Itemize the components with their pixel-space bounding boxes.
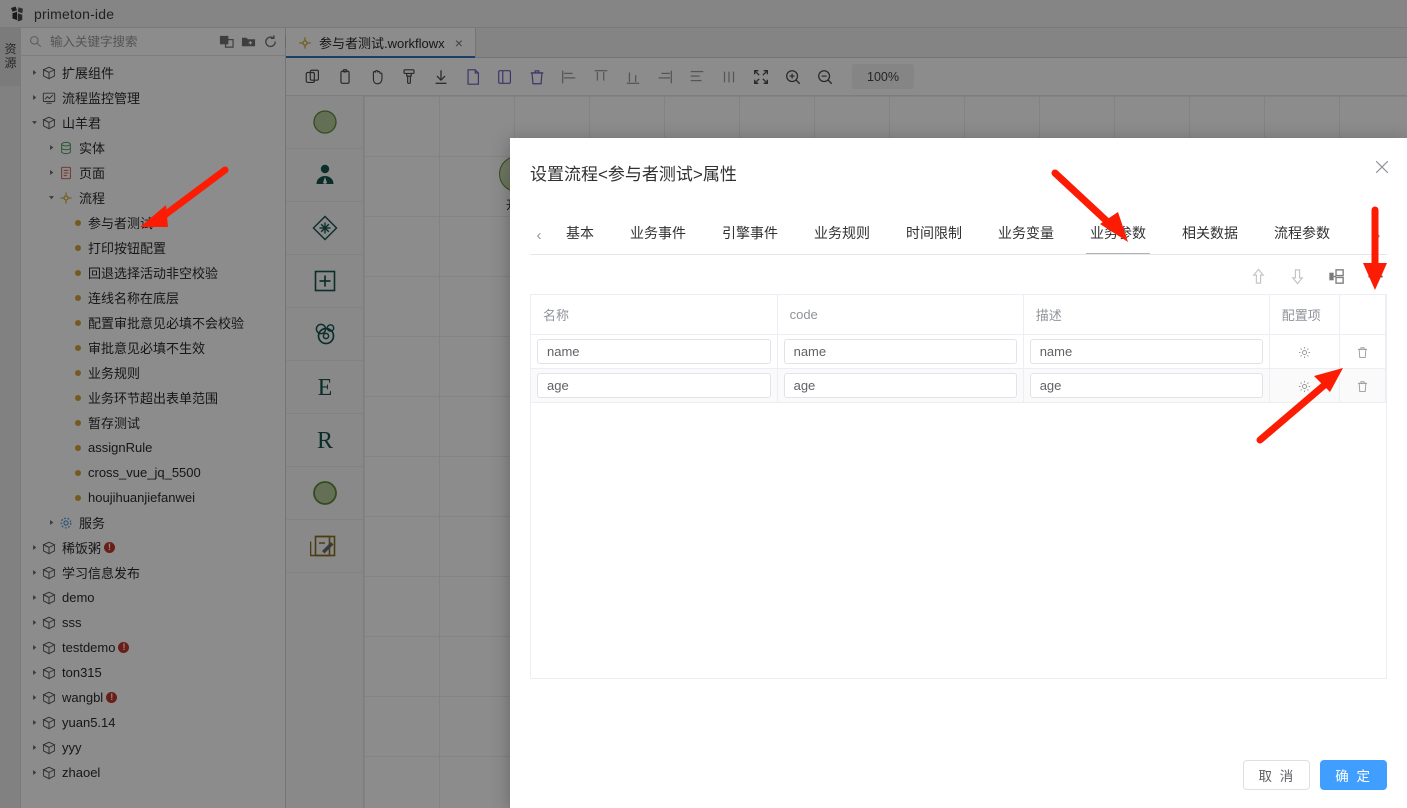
name-input[interactable] (537, 373, 771, 398)
import-icon[interactable] (1327, 267, 1346, 286)
gear-icon[interactable] (1297, 345, 1312, 360)
cell-delete[interactable] (1339, 369, 1385, 403)
dialog-tab[interactable]: 业务事件 (612, 223, 704, 254)
cell-config[interactable] (1269, 369, 1339, 403)
table-header-row: 名称 code 描述 配置项 (531, 295, 1386, 335)
gear-icon[interactable] (1297, 379, 1312, 394)
cell-config[interactable] (1269, 335, 1339, 369)
code-input[interactable] (784, 373, 1017, 398)
add-row-icon[interactable] (1366, 267, 1385, 286)
dialog-tabs-scroll: 基本业务事件引擎事件业务规则时间限制业务变量业务参数相关数据流程参数 (548, 223, 1369, 254)
code-input[interactable] (784, 339, 1017, 364)
dialog-footer: 取 消 确 定 (1243, 760, 1387, 790)
cell-delete[interactable] (1339, 335, 1385, 369)
confirm-button[interactable]: 确 定 (1320, 760, 1387, 790)
dialog-tabs: ‹ 基本业务事件引擎事件业务规则时间限制业务变量业务参数相关数据流程参数 › (530, 215, 1387, 255)
dialog-title: 设置流程<参与者测试>属性 (510, 138, 1407, 185)
trash-icon[interactable] (1355, 345, 1370, 360)
column-header-code: code (777, 295, 1023, 335)
dialog-tab[interactable]: 流程参数 (1256, 223, 1348, 254)
cell-name (531, 369, 777, 403)
desc-input[interactable] (1030, 373, 1263, 398)
name-input[interactable] (537, 339, 771, 364)
cell-desc (1023, 335, 1269, 369)
cell-code (777, 369, 1023, 403)
desc-input[interactable] (1030, 339, 1263, 364)
business-params-grid: 名称 code 描述 配置项 (530, 294, 1387, 679)
close-icon[interactable] (1373, 158, 1391, 176)
column-header-desc: 描述 (1023, 295, 1269, 335)
table-body (531, 335, 1386, 403)
dialog-tab[interactable]: 业务变量 (980, 223, 1072, 254)
dialog-tab[interactable]: 时间限制 (888, 223, 980, 254)
ide-window: primeton-ide 资 源 (0, 0, 1407, 808)
dialog-tab[interactable]: 业务规则 (796, 223, 888, 254)
column-header-name: 名称 (531, 295, 777, 335)
table-row (531, 369, 1386, 403)
business-params-table: 名称 code 描述 配置项 (531, 295, 1386, 403)
column-header-config: 配置项 (1269, 295, 1339, 335)
column-header-actions (1339, 295, 1385, 335)
cancel-button[interactable]: 取 消 (1243, 760, 1310, 790)
table-row (531, 335, 1386, 369)
process-properties-dialog: 设置流程<参与者测试>属性 ‹ 基本业务事件引擎事件业务规则时间限制业务变量业务… (510, 138, 1407, 808)
trash-icon[interactable] (1355, 379, 1370, 394)
cell-code (777, 335, 1023, 369)
cell-desc (1023, 369, 1269, 403)
table-action-bar (510, 255, 1407, 294)
dialog-tab[interactable]: 相关数据 (1164, 223, 1256, 254)
dialog-tab[interactable]: 基本 (548, 223, 612, 254)
tabs-prev-arrow[interactable]: ‹ (530, 216, 548, 254)
dialog-tab-active[interactable]: 业务参数 (1072, 223, 1164, 254)
move-down-icon[interactable] (1288, 267, 1307, 286)
cell-name (531, 335, 777, 369)
move-up-icon[interactable] (1249, 267, 1268, 286)
dialog-tab[interactable]: 引擎事件 (704, 223, 796, 254)
tabs-next-arrow[interactable]: › (1369, 216, 1387, 254)
